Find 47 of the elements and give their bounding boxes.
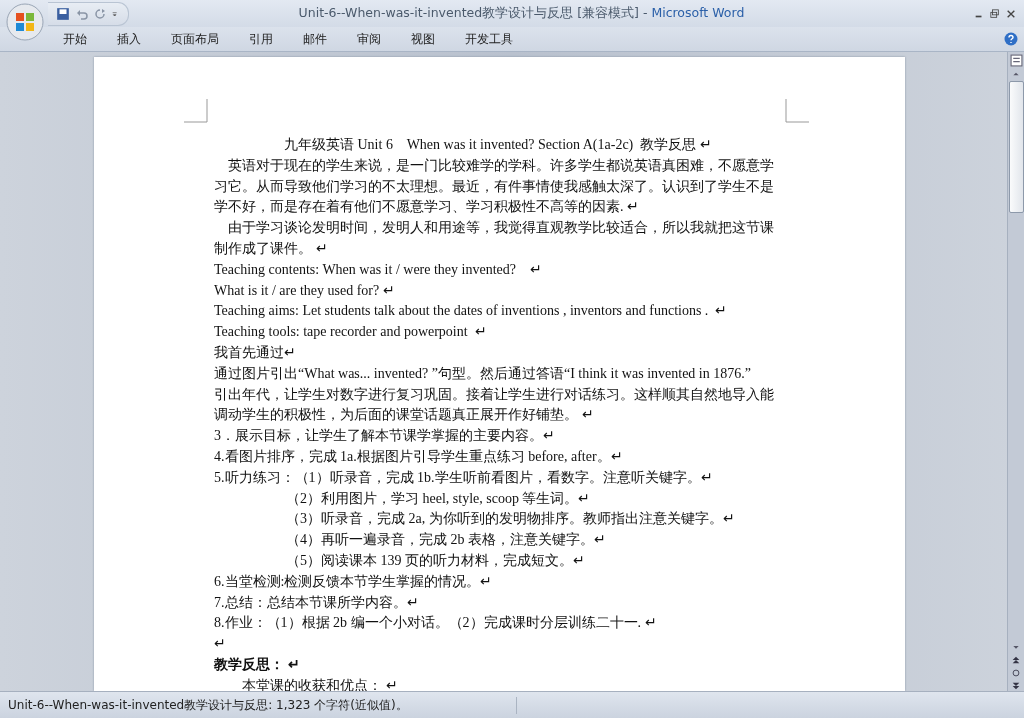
- text-line: Teaching contents: When was it / were they invented? ↵: [214, 260, 542, 279]
- ribbon-tab[interactable]: 页面布局: [156, 27, 234, 51]
- status-text: Unit-6--When-was-it-invented教学设计与反思: 1,323 个字符(近似值)。: [0, 696, 517, 714]
- text-line: Teaching tools: tape recorder and powerpoint ↵: [214, 323, 487, 342]
- text-line: 6.当堂检测:检测反馈本节学生掌握的情况。↵: [214, 572, 493, 591]
- text-line: ↵: [214, 635, 226, 654]
- text-line: 制作成了课件。 ↵: [214, 240, 328, 258]
- section-heading: 教学反思： ↵: [214, 655, 300, 674]
- text-line: 习它。从而导致他们学习的不太理想。最近，有件事情使我感触太深了。认识到了学生不是: [214, 177, 774, 196]
- text-line: 调动学生的积极性，为后面的课堂话题真正展开作好铺垫。 ↵: [214, 406, 594, 425]
- text-line: （3）听录音，完成 2a, 为你听到的发明物排序。教师指出注意关键字。↵: [286, 510, 735, 529]
- text-line: （4）再听一遍录音，完成 2b 表格，注意关键字。↵: [286, 531, 606, 550]
- ruler-toggle-icon[interactable]: [1009, 54, 1023, 67]
- ribbon-tab[interactable]: 视图: [396, 27, 450, 51]
- browse-object-icon[interactable]: [1011, 668, 1021, 678]
- window-title: Unit-6--When-was-it-invented教学设计与反思 [兼容模式] - Microsoft Word: [297, 5, 746, 22]
- text-line: 学不好，而是存在着有他们不愿意学习、学习积极性不高等的因素. ↵: [214, 198, 639, 217]
- text-line: 5.听力练习：（1）听录音，完成 1b.学生听前看图片，看数字。注意听关键字。↵: [214, 468, 713, 487]
- text-line: 引出年代，让学生对数字进行复习巩固。接着让学生进行对话练习。这样顺其自然地导入能: [214, 385, 774, 404]
- ribbon-tab[interactable]: 邮件: [288, 27, 342, 51]
- text-line: （5）阅读课本 139 页的听力材料，完成短文。↵: [286, 551, 585, 570]
- save-icon[interactable]: [56, 6, 70, 21]
- help-icon[interactable]: [1004, 32, 1018, 46]
- ribbon-tab[interactable]: 引用: [234, 27, 288, 51]
- text-line: 8.作业：（1）根据 2b 编一个小对话。（2）完成课时分层训练二十一. ↵: [214, 614, 657, 633]
- document-title: 九年级英语 Unit 6 When was it invented? Section A(1a-2c) 教学反思 ↵: [284, 136, 712, 154]
- text-line: 英语对于现在的学生来说，是一门比较难学的学科。许多学生都说英语真困难，不愿意学: [228, 156, 774, 175]
- text-line: Teaching aims: Let students talk about the dates of inventions , inventors and functions . ↵: [214, 302, 728, 321]
- previous-page-icon[interactable]: [1011, 655, 1021, 665]
- crop-mark-icon: [785, 99, 809, 123]
- text-line: What is it / are they used for? ↵: [214, 281, 395, 300]
- ribbon-tab[interactable]: 审阅: [342, 27, 396, 51]
- scroll-thumb[interactable]: [1008, 81, 1024, 213]
- ribbon-tab[interactable]: 开发工具: [450, 27, 528, 51]
- text-line: 7.总结：总结本节课所学内容。↵: [214, 593, 419, 612]
- text-line: 由于学习谈论发明时间，发明人和用途等，我觉得直观教学比较适合，所以我就把这节课: [228, 219, 774, 238]
- ribbon-tab[interactable]: 开始: [48, 27, 102, 51]
- scroll-up-icon[interactable]: [1011, 70, 1021, 78]
- crop-mark-icon: [184, 99, 208, 123]
- text-line: 通过图片引出“What was... invented? ”句型。然后通过答语“I think it was invented in 1876.”: [214, 364, 751, 383]
- text-line: （2）利用图片，学习 heel, style, scoop 等生词。↵: [286, 489, 591, 508]
- text-line: 我首先通过↵: [214, 343, 296, 362]
- restore-icon[interactable]: [990, 7, 1000, 20]
- text-line: 3．展示目标，让学生了解本节课学掌握的主要内容。↵: [214, 427, 555, 446]
- ribbon-tab[interactable]: 插入: [102, 27, 156, 51]
- redo-icon[interactable]: [94, 7, 106, 20]
- text-line: 4.看图片排序，完成 1a.根据图片引导学生重点练习 before, after。↵: [214, 447, 623, 466]
